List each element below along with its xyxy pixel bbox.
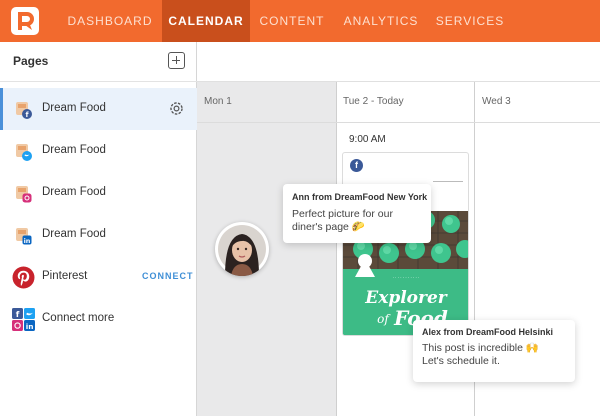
nav-services[interactable]: SERVICES [430, 0, 510, 42]
comment-author: Ann from DreamFood New York [292, 192, 428, 202]
user-photo [218, 225, 266, 276]
page-label: Dream Food [42, 228, 106, 240]
svg-text:f: f [16, 309, 20, 319]
gear-icon[interactable] [168, 100, 185, 117]
instagram-page-icon [16, 186, 32, 203]
twitter-page-icon [16, 144, 32, 161]
post-time: 9:00 AM [349, 134, 386, 145]
comment-bubble: Ann from DreamFood New York Perfect pict… [283, 184, 431, 243]
page-label: Dream Food [42, 186, 106, 198]
pinterest-icon [12, 266, 35, 289]
sidebar-title: Pages [13, 54, 49, 68]
comment-text-line: This post is incredible 🙌 [422, 342, 539, 354]
page-item-pinterest: Pinterest CONNECT [0, 256, 197, 298]
comment-author: Alex from DreamFood Helsinki [422, 327, 554, 337]
multi-network-icon: f in [12, 308, 35, 331]
avatar [215, 222, 269, 276]
svg-text:· · · · · · · · · · ·: · · · · · · · · · · · [393, 275, 420, 280]
day-header-mon: Mon 1 [204, 96, 232, 107]
top-nav: DASHBOARD CALENDAR CONTENT ANALYTICS SER… [0, 0, 600, 42]
calendar-toolbar [197, 42, 600, 82]
connect-pinterest-link[interactable]: CONNECT [142, 271, 194, 281]
comment-text-line: Let's schedule it. [422, 355, 500, 367]
day-header-wed: Wed 3 [482, 96, 511, 107]
page-label: Dream Food [42, 102, 106, 114]
add-page-button[interactable] [168, 52, 185, 69]
page-item-dreamfood-facebook[interactable]: f Dream Food [0, 88, 197, 130]
page-label: Dream Food [42, 144, 106, 156]
page-label: Pinterest [42, 270, 88, 282]
svg-text:in: in [24, 237, 31, 245]
header-divider [197, 122, 600, 123]
page-item-dreamfood-instagram[interactable]: Dream Food [0, 172, 197, 214]
pages-sidebar: Pages f Dream Food Dream Food Dream Food… [0, 42, 197, 416]
comment-text: This post is incredible 🙌 Let's schedule… [422, 342, 539, 368]
nav-analytics[interactable]: ANALYTICS [336, 0, 426, 42]
page-item-connect-more[interactable]: f in Connect more [0, 298, 197, 340]
app-logo[interactable] [10, 6, 40, 36]
comment-text: Perfect picture for our diner's page 🌮 [292, 208, 393, 233]
svg-text:in: in [26, 322, 34, 331]
page-item-dreamfood-linkedin[interactable]: in Dream Food [0, 214, 197, 256]
day-header-tue: Tue 2 - Today [343, 96, 404, 107]
linkedin-page-icon: in [16, 228, 32, 245]
facebook-icon: f [350, 159, 363, 172]
nav-dashboard[interactable]: DASHBOARD [60, 0, 160, 42]
post-text-snippet [433, 181, 463, 187]
page-label: Connect more [42, 312, 115, 324]
sidebar-header: Pages [0, 42, 197, 82]
scheduled-post-card[interactable]: f · · · · · · · · · · · Explorer of Food [342, 152, 469, 336]
nav-calendar[interactable]: CALENDAR [162, 0, 250, 42]
post-image-title-1: Explorer [364, 288, 448, 308]
page-item-dreamfood-twitter[interactable]: Dream Food [0, 130, 197, 172]
facebook-page-icon: f [16, 102, 32, 119]
nav-content[interactable]: CONTENT [252, 0, 332, 42]
comment-bubble: Alex from DreamFood Helsinki This post i… [413, 320, 575, 382]
